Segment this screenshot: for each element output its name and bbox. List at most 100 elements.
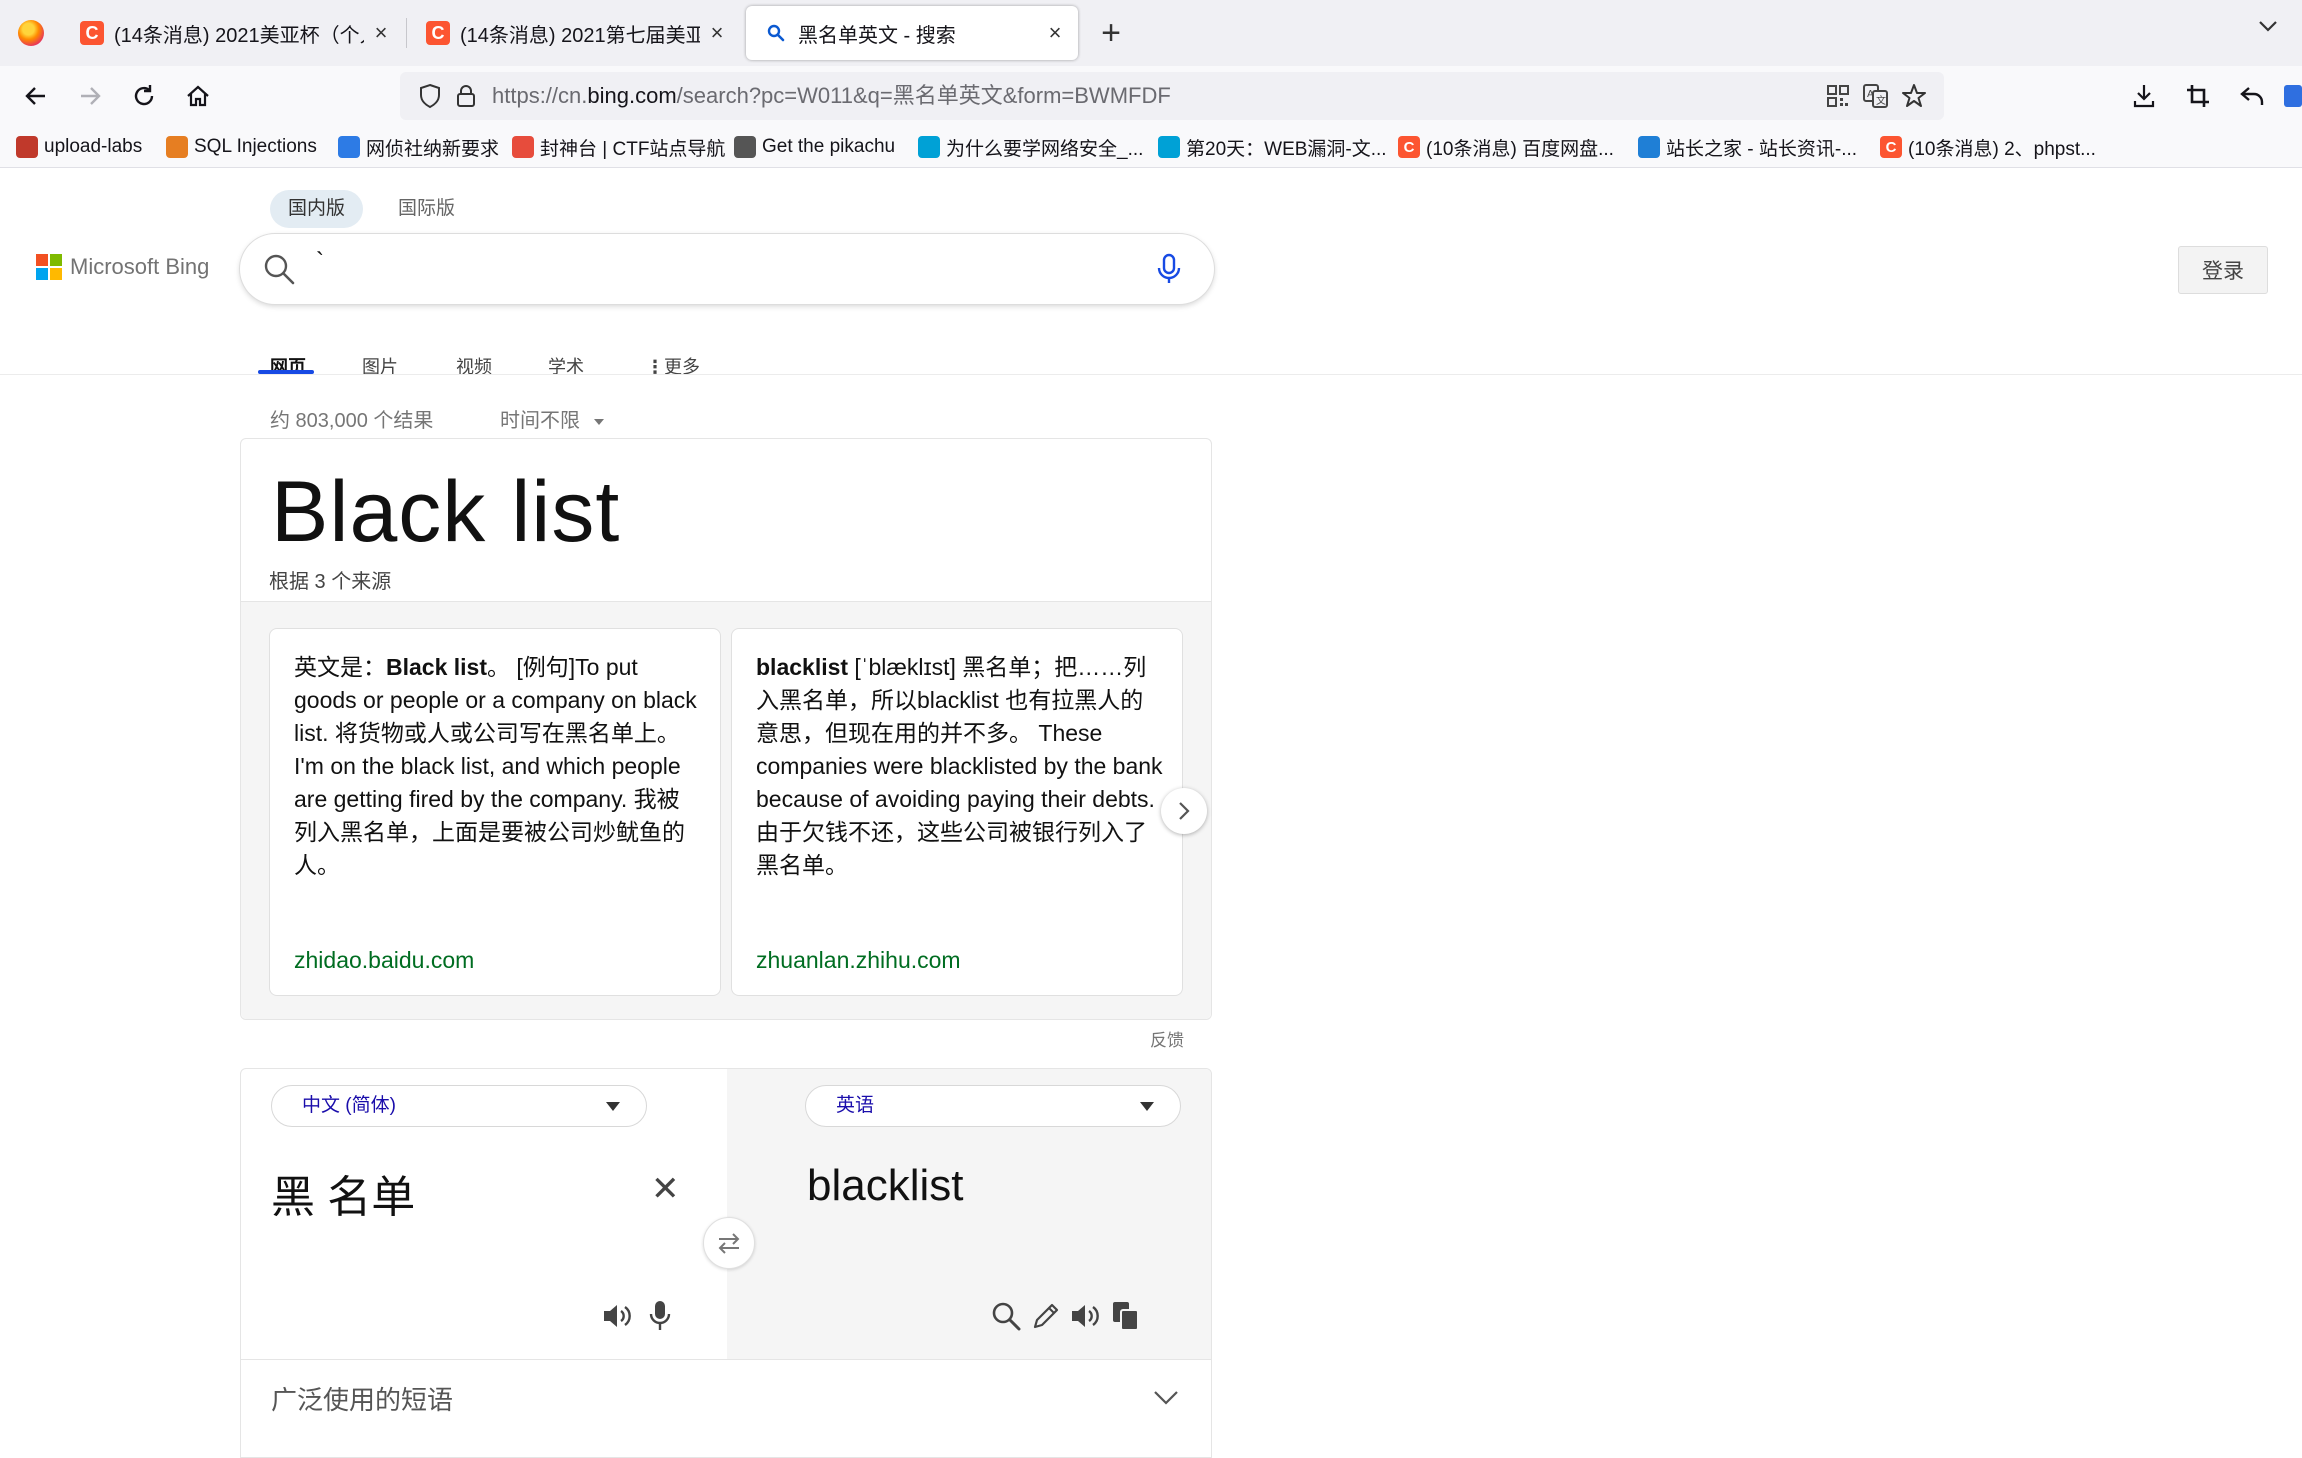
csdn-icon: C	[1880, 136, 1902, 158]
copy-icon[interactable]	[1107, 1297, 1145, 1335]
scope-videos[interactable]: 视频	[456, 354, 492, 410]
swap-arrows-icon	[718, 1233, 740, 1254]
svg-text:A: A	[1867, 89, 1874, 100]
tab-3-active[interactable]: 黑名单英文 - 搜索 ×	[746, 6, 1078, 60]
target-search-icon[interactable]	[987, 1297, 1025, 1335]
close-tab-icon[interactable]: ×	[1044, 20, 1066, 46]
tab-title: (14条消息) 2021第七届美亚杯中国电	[460, 24, 700, 47]
source-text-input[interactable]: 黑 名单	[271, 1161, 415, 1225]
scope-academic[interactable]: 学术	[548, 354, 584, 410]
tab-1[interactable]: C (14条消息) 2021美亚杯（个人赛 ×	[62, 6, 404, 60]
tab-bar: C (14条消息) 2021美亚杯（个人赛 × C (14条消息) 2021第七…	[0, 0, 2302, 66]
tab-2[interactable]: C (14条消息) 2021第七届美亚杯中国电 ×	[408, 6, 740, 60]
csdn-icon: C	[80, 21, 104, 45]
undo-arrow-icon[interactable]	[2232, 76, 2272, 116]
bookmark-csdn-baidu-pan[interactable]: C (10条消息) 百度网盘...	[1398, 132, 1614, 162]
target-language-select[interactable]: 英语	[805, 1085, 1181, 1127]
search-box[interactable]: `	[240, 234, 1214, 304]
screenshot-crop-icon[interactable]	[2178, 76, 2218, 116]
source-microphone-icon[interactable]	[641, 1297, 679, 1335]
swap-languages-button[interactable]	[703, 1217, 755, 1269]
carousel-next-button[interactable]	[1161, 788, 1207, 834]
csdn-icon: C	[426, 21, 450, 45]
tab-separator	[406, 18, 407, 48]
forward-button[interactable]	[70, 76, 110, 116]
firefox-icon	[18, 20, 44, 46]
bookmark-star-icon[interactable]	[1896, 72, 1932, 120]
bookmark-fengshentai[interactable]: 封神台 | CTF站点导航	[512, 132, 725, 162]
tab-title: (14条消息) 2021美亚杯（个人赛	[114, 24, 364, 47]
bilibili-icon	[918, 136, 940, 158]
new-tab-button[interactable]: +	[1090, 12, 1132, 54]
bookmark-bilibili-1[interactable]: 为什么要学网络安全_...	[918, 132, 1143, 162]
edit-pencil-icon[interactable]	[1027, 1297, 1065, 1335]
bookmark-chinaz[interactable]: 站长之家 - 站长资讯-...	[1638, 132, 1857, 162]
list-all-tabs-chevron-icon[interactable]	[2256, 14, 2280, 45]
feedback-link[interactable]: 反馈	[1150, 1026, 1184, 1051]
bookmark-favicon-icon	[338, 136, 360, 158]
bing-logo[interactable]: Microsoft Bing	[36, 254, 209, 280]
result-count: 约 803,000 个结果	[270, 410, 434, 432]
region-domestic[interactable]: 国内版	[270, 190, 364, 228]
answer-source-count: 根据 3 个来源	[269, 571, 392, 593]
chevron-down-icon	[1154, 1391, 1178, 1405]
navigation-toolbar: https://cn.bing.com/search?pc=W011&q=黑名单…	[0, 66, 2302, 126]
globe-icon	[734, 136, 756, 158]
close-tab-icon[interactable]: ×	[370, 20, 392, 46]
login-button[interactable]: 登录	[2178, 246, 2268, 294]
bookmark-favicon-icon	[512, 136, 534, 158]
clear-icon[interactable]: ✕	[651, 1169, 680, 1209]
answer-snippet-card[interactable]: 英文是：Black list。 [例句]To put goods or peop…	[269, 628, 721, 996]
address-bar[interactable]: https://cn.bing.com/search?pc=W011&q=黑名单…	[400, 72, 1944, 120]
bookmark-bilibili-2[interactable]: 第20天：WEB漏洞-文...	[1158, 132, 1387, 162]
qr-code-icon[interactable]	[1820, 72, 1856, 120]
snippet-source-link[interactable]: zhidao.baidu.com	[294, 947, 474, 974]
scope-images[interactable]: 图片	[362, 354, 398, 410]
target-speaker-icon[interactable]	[1067, 1297, 1105, 1335]
answer-carousel: 英文是：Black list。 [例句]To put goods or peop…	[241, 601, 1211, 1019]
region-international[interactable]: 国际版	[380, 190, 473, 228]
dropdown-caret-icon	[606, 1102, 620, 1111]
scope-more[interactable]: ⋮更多	[646, 354, 700, 410]
translator-widget: 中文 (简体) 英语 黑 名单 ✕ blacklist 广泛使用的短语	[240, 1068, 1212, 1458]
translate-icon[interactable]: A文	[1858, 72, 1894, 120]
translation-output: blacklist	[807, 1161, 964, 1210]
snippet-source-link[interactable]: zhuanlan.zhihu.com	[756, 947, 961, 974]
chevron-right-icon	[1179, 802, 1190, 820]
microphone-icon[interactable]	[1152, 252, 1186, 286]
back-button[interactable]	[16, 76, 56, 116]
search-icon[interactable]	[262, 252, 296, 286]
source-speaker-icon[interactable]	[599, 1297, 637, 1335]
bookmarks-toolbar: upload-labs SQL Injections 网侦社纳新要求 封神台 |…	[0, 126, 2302, 168]
bilibili-icon	[1158, 136, 1180, 158]
bookmark-upload-labs[interactable]: upload-labs	[16, 132, 142, 162]
url-text[interactable]: https://cn.bing.com/search?pc=W011&q=黑名单…	[492, 72, 1171, 120]
time-filter-dropdown[interactable]: 时间不限	[500, 404, 604, 433]
microsoft-logo-icon	[36, 254, 62, 280]
csdn-icon: C	[1398, 136, 1420, 158]
scope-web[interactable]: 网页	[270, 354, 306, 410]
lock-icon[interactable]	[450, 72, 482, 120]
bookmark-sql-injections[interactable]: SQL Injections	[166, 132, 317, 162]
common-phrases-expander[interactable]: 广泛使用的短语	[241, 1359, 1211, 1457]
bookmark-pikachu[interactable]: Get the pikachu	[734, 132, 895, 162]
bing-results-page: Microsoft Bing 国内版 国际版 ` 登录 网页 图片 视频 学术 …	[0, 168, 2302, 1458]
bookmark-favicon-icon	[16, 136, 38, 158]
answer-snippet-card[interactable]: blacklist [ˈblæklɪst] 黑名单；把……列入黑名单，所以bla…	[731, 628, 1183, 996]
header-divider	[0, 374, 2302, 375]
search-input[interactable]: `	[316, 248, 324, 276]
source-language-select[interactable]: 中文 (简体)	[271, 1085, 647, 1127]
bookmark-favicon-icon	[1638, 136, 1660, 158]
snippet-text: blacklist [ˈblæklɪst] 黑名单；把……列入黑名单，所以bla…	[756, 654, 1163, 878]
bookmark-csdn-phpst[interactable]: C (10条消息) 2、phpst...	[1880, 132, 2096, 162]
downloads-icon[interactable]	[2124, 76, 2164, 116]
tracking-protection-shield-icon[interactable]	[412, 72, 448, 120]
reload-icon[interactable]	[124, 76, 164, 116]
bookmark-wangzhen[interactable]: 网侦社纳新要求	[338, 132, 499, 162]
close-tab-icon[interactable]: ×	[706, 20, 728, 46]
home-icon[interactable]	[178, 76, 218, 116]
firefox-view-button[interactable]	[0, 0, 62, 66]
answer-title: Black list	[271, 464, 621, 560]
extension-icon[interactable]	[2284, 76, 2302, 116]
search-favicon-icon	[764, 21, 788, 45]
